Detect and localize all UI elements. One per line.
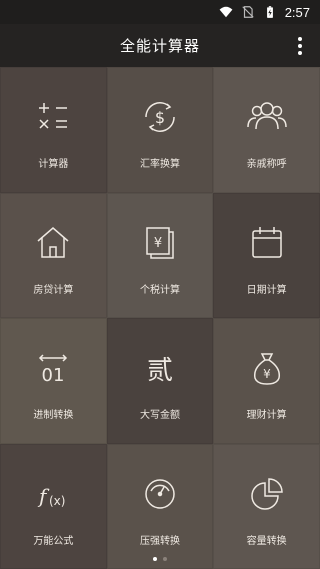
tile-calculator[interactable]: 计算器 [0, 67, 107, 193]
tool-grid: 计算器 $ 汇率换算 亲戚称呼 房贷计算 ¥ 个税计算 日期计算 01 进制转换… [0, 67, 320, 569]
tile-label: 进制转换 [33, 410, 74, 422]
svg-text:01: 01 [42, 365, 65, 386]
tile-label: 万能公式 [33, 535, 74, 547]
tile-label: 亲戚称呼 [246, 159, 287, 171]
page-title: 全能计算器 [119, 37, 200, 55]
svg-text:(x): (x) [49, 494, 65, 508]
clock: 2:57 [284, 4, 310, 20]
no-sim-icon [242, 6, 254, 18]
tile-label: 计算器 [38, 159, 69, 171]
people-icon [245, 95, 289, 139]
tile-mortgage[interactable]: 房贷计算 [0, 192, 107, 318]
svg-text:¥: ¥ [154, 236, 162, 251]
wifi-icon [219, 6, 233, 18]
tile-capacity[interactable]: 容量转换 [213, 443, 320, 569]
gauge-icon [138, 472, 182, 516]
tile-relatives[interactable]: 亲戚称呼 [213, 67, 320, 193]
app-bar: 全能计算器 [0, 24, 320, 67]
tile-label: 理财计算 [246, 410, 287, 422]
tile-label: 容量转换 [246, 535, 287, 547]
svg-text:贰: 贰 [147, 356, 173, 386]
currency-exchange-icon: $ [138, 95, 182, 139]
more-vert-icon[interactable] [296, 36, 304, 55]
tile-pressure[interactable]: 压强转换 [106, 443, 214, 569]
status-bar: 2:57 [0, 0, 320, 24]
formula-icon: f (x) [31, 472, 75, 516]
tile-income-tax[interactable]: ¥ 个税计算 [106, 192, 214, 318]
tile-label: 日期计算 [246, 284, 287, 296]
money-bag-icon: ¥ [245, 346, 289, 390]
tax-document-icon: ¥ [138, 221, 182, 265]
tile-currency-exchange[interactable]: $ 汇率换算 [106, 67, 214, 193]
chinese-numeral-icon: 贰 [138, 346, 182, 390]
tile-base-conversion[interactable]: 01 进制转换 [0, 318, 107, 444]
page-dot-active[interactable] [153, 557, 157, 561]
svg-text:¥: ¥ [263, 367, 271, 381]
tile-label: 个税计算 [139, 284, 180, 296]
tile-label: 房贷计算 [33, 284, 74, 296]
calendar-icon [245, 221, 289, 265]
tile-date[interactable]: 日期计算 [213, 192, 320, 318]
pie-chart-icon [245, 472, 289, 516]
battery-charging-icon [266, 6, 273, 18]
tile-label: 大写金额 [139, 410, 180, 422]
tile-label: 汇率换算 [139, 159, 180, 171]
page-dot[interactable] [163, 557, 167, 561]
tile-label: 压强转换 [139, 535, 180, 547]
page-indicator [0, 557, 320, 561]
tile-formula[interactable]: f (x) 万能公式 [0, 443, 107, 569]
calculator-icon [31, 95, 75, 139]
house-icon [31, 221, 75, 265]
binary-icon: 01 [31, 346, 75, 390]
tile-capital-amount[interactable]: 贰 大写金额 [106, 318, 214, 444]
tile-finance[interactable]: ¥ 理财计算 [213, 318, 320, 444]
svg-text:$: $ [155, 108, 165, 127]
